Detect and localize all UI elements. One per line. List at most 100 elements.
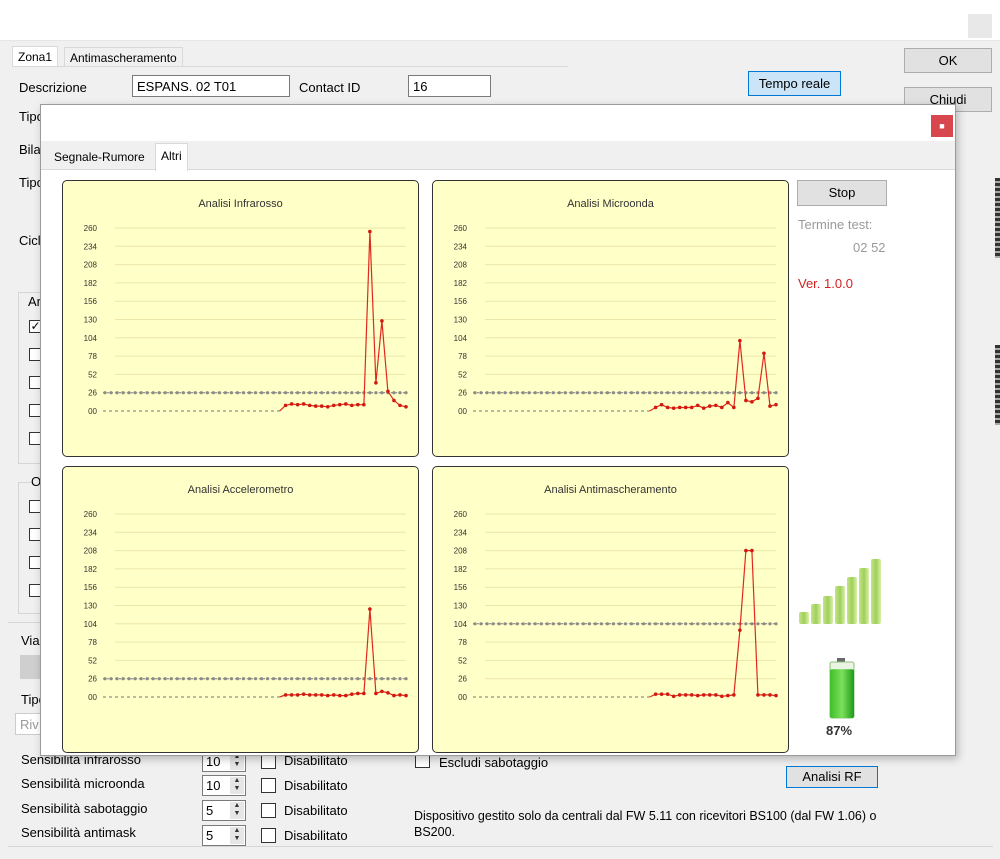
version-label: Ver. 1.0.0 <box>798 276 853 291</box>
data-point <box>732 405 736 410</box>
threshold-point <box>121 677 125 681</box>
threshold-point <box>271 677 276 681</box>
threshold-point <box>205 677 209 681</box>
threshold-point <box>660 391 664 395</box>
data-point <box>768 693 772 697</box>
threshold-point <box>521 622 525 626</box>
threshold-point <box>647 391 652 395</box>
threshold-point <box>485 622 489 626</box>
threshold-point <box>217 677 221 681</box>
spinner-arrows-icon[interactable]: ▲ ▼ <box>230 777 244 794</box>
window-control-button[interactable] <box>968 14 992 38</box>
threshold-point <box>575 391 579 395</box>
threshold-point <box>509 391 513 395</box>
data-point <box>301 402 306 406</box>
data-point <box>362 402 366 407</box>
y-tick-label: 234 <box>84 528 98 537</box>
data-point <box>653 405 658 410</box>
threshold-point <box>284 391 288 395</box>
close-button[interactable]: ■ <box>931 115 953 137</box>
spinner-arrows-icon[interactable]: ▲ ▼ <box>230 827 244 844</box>
threshold-point <box>368 677 372 681</box>
battery-fill <box>830 669 854 718</box>
tab-segnale-rumore[interactable]: Segnale-Rumore <box>49 145 150 169</box>
threshold-point <box>720 391 724 395</box>
spinner-arrows-icon[interactable]: ▲ ▼ <box>230 802 244 819</box>
sens-sabotaggio-disabled-checkbox[interactable] <box>261 803 276 818</box>
data-point <box>283 403 288 408</box>
sens-antimask-stepper[interactable]: 5 ▲ ▼ <box>202 825 246 846</box>
threshold-point <box>629 622 634 626</box>
sens-infrarosso-disabled-checkbox[interactable] <box>261 754 276 769</box>
scroll-indicator-2 <box>995 345 1000 425</box>
threshold-point <box>103 391 107 395</box>
threshold-point <box>187 677 191 681</box>
data-point <box>356 402 360 407</box>
threshold-point <box>133 677 137 681</box>
threshold-point <box>296 391 300 395</box>
threshold-point <box>404 391 408 395</box>
data-point <box>386 690 390 695</box>
threshold-point <box>635 622 640 626</box>
data-point <box>319 693 324 697</box>
ok-button[interactable]: OK <box>904 48 992 73</box>
data-point <box>295 693 300 697</box>
threshold-point <box>296 677 300 681</box>
dialog-tab-strip: Segnale-Rumore Altri <box>41 141 955 171</box>
data-point <box>404 693 408 698</box>
threshold-point <box>344 677 348 681</box>
threshold-point <box>539 391 543 395</box>
threshold-point <box>193 677 197 681</box>
descrizione-input[interactable]: ESPANS. 02 T01 <box>132 75 290 97</box>
y-tick-label: 52 <box>458 656 467 665</box>
sens-antimask-disabled-checkbox[interactable] <box>261 828 276 843</box>
data-point <box>313 693 318 697</box>
threshold-point <box>314 677 318 681</box>
chart-infrarosso-svg: Analisi Infrarosso 260 234 208 182 156 130 104 7… <box>84 198 408 416</box>
tab-altri[interactable]: Altri <box>155 143 188 171</box>
tempo-reale-button[interactable]: Tempo reale <box>748 71 841 96</box>
threshold-point <box>404 677 408 681</box>
y-tick-label: 104 <box>84 334 98 343</box>
threshold-point <box>593 391 597 395</box>
data-point <box>350 403 354 408</box>
tab-zona1[interactable]: Zona1 <box>12 46 59 67</box>
threshold-point <box>605 391 610 395</box>
threshold-point <box>121 391 125 395</box>
series-line <box>279 608 407 698</box>
data-point <box>695 403 700 408</box>
threshold-point <box>320 677 324 681</box>
threshold-point <box>557 622 561 626</box>
stop-button[interactable]: Stop <box>797 180 887 206</box>
tab-antimascheramento[interactable]: Antimascheramento <box>64 47 183 67</box>
threshold-point <box>702 391 706 395</box>
y-tick-label: 260 <box>454 510 468 519</box>
sens-sabotaggio-stepper[interactable]: 5 ▲ ▼ <box>202 800 246 821</box>
chart-title: Analisi Microonda <box>567 198 655 210</box>
data-point <box>337 402 342 407</box>
via-label: Via <box>21 633 40 648</box>
data-point <box>325 693 330 698</box>
data-point <box>671 694 676 699</box>
threshold-point <box>611 622 616 626</box>
data-point <box>386 389 390 394</box>
y-tick-label: 260 <box>84 224 98 233</box>
threshold-point <box>392 391 396 395</box>
contact-id-input[interactable]: 16 <box>408 75 491 97</box>
tab-panel-border <box>12 66 568 67</box>
data-point <box>774 693 778 698</box>
threshold-point <box>569 622 573 626</box>
threshold-point <box>587 622 591 626</box>
data-point <box>756 396 760 401</box>
threshold-point <box>599 622 604 626</box>
sens-microonda-disabled-checkbox[interactable] <box>261 778 276 793</box>
scroll-indicator <box>995 178 1000 258</box>
threshold-point <box>139 391 143 395</box>
sens-microonda-stepper[interactable]: 10 ▲ ▼ <box>202 775 246 796</box>
threshold-point <box>380 391 384 395</box>
via-button[interactable] <box>20 655 42 679</box>
analisi-rf-button[interactable]: Analisi RF <box>786 766 878 788</box>
divider <box>8 622 40 623</box>
threshold-point <box>127 677 131 681</box>
data-point <box>356 691 360 696</box>
